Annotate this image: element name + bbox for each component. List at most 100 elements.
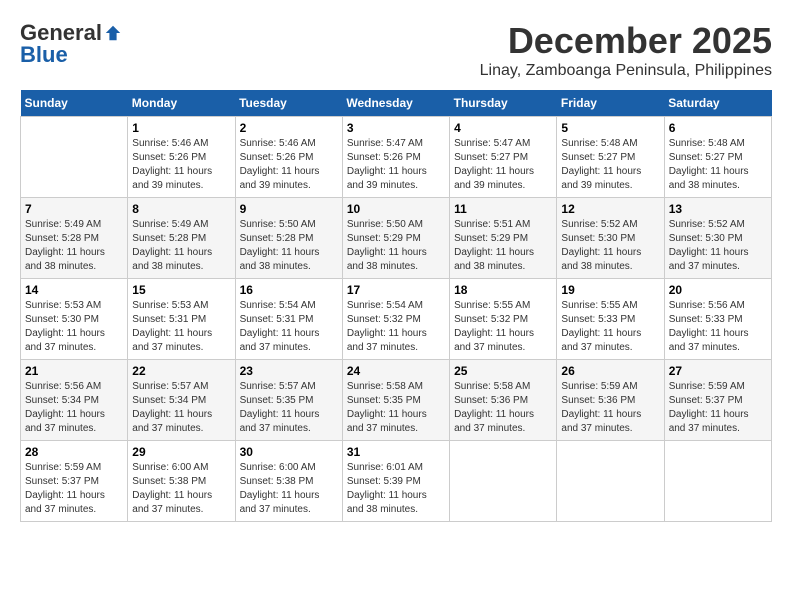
calendar-cell: 20 Sunrise: 5:56 AM Sunset: 5:33 PM Dayli… bbox=[664, 279, 771, 360]
day-number: 3 bbox=[347, 121, 445, 135]
day-info: Sunrise: 5:51 AM Sunset: 5:29 PM Dayligh… bbox=[454, 218, 552, 274]
day-info: Sunrise: 5:47 AM Sunset: 5:26 PM Dayligh… bbox=[347, 137, 445, 193]
day-number: 7 bbox=[25, 202, 123, 216]
day-number: 17 bbox=[347, 283, 445, 297]
calendar-cell: 10 Sunrise: 5:50 AM Sunset: 5:29 PM Dayli… bbox=[342, 198, 449, 279]
calendar-cell: 14 Sunrise: 5:53 AM Sunset: 5:30 PM Dayli… bbox=[21, 279, 128, 360]
header-sunday: Sunday bbox=[21, 90, 128, 117]
day-number: 13 bbox=[669, 202, 767, 216]
header-friday: Friday bbox=[557, 90, 664, 117]
day-number: 30 bbox=[240, 445, 338, 459]
calendar-cell: 12Sunrise: 5:52 AM Sunset: 5:30 PM Dayli… bbox=[557, 198, 664, 279]
day-number: 1 bbox=[132, 121, 230, 135]
calendar-cell: 3 Sunrise: 5:47 AM Sunset: 5:26 PM Daylig… bbox=[342, 117, 449, 198]
calendar-cell: 18Sunrise: 5:55 AM Sunset: 5:32 PM Dayli… bbox=[450, 279, 557, 360]
day-number: 19 bbox=[561, 283, 659, 297]
day-number: 2 bbox=[240, 121, 338, 135]
day-info: Sunrise: 5:50 AM Sunset: 5:28 PM Dayligh… bbox=[240, 218, 338, 274]
calendar-cell: 25Sunrise: 5:58 AM Sunset: 5:36 PM Dayli… bbox=[450, 360, 557, 441]
calendar-cell: 17Sunrise: 5:54 AM Sunset: 5:32 PM Dayli… bbox=[342, 279, 449, 360]
calendar-cell: 24 Sunrise: 5:58 AM Sunset: 5:35 PM Dayli… bbox=[342, 360, 449, 441]
day-number: 20 bbox=[669, 283, 767, 297]
calendar-cell: 16Sunrise: 5:54 AM Sunset: 5:31 PM Dayli… bbox=[235, 279, 342, 360]
day-info: Sunrise: 5:57 AM Sunset: 5:34 PM Dayligh… bbox=[132, 380, 230, 436]
day-info: Sunrise: 5:59 AM Sunset: 5:36 PM Dayligh… bbox=[561, 380, 659, 436]
header-row: Sunday Monday Tuesday Wednesday Thursday… bbox=[21, 90, 772, 117]
day-info: Sunrise: 6:00 AM Sunset: 5:38 PM Dayligh… bbox=[240, 461, 338, 517]
calendar-cell bbox=[664, 441, 771, 522]
calendar-cell: 29 Sunrise: 6:00 AM Sunset: 5:38 PM Dayli… bbox=[128, 441, 235, 522]
week-row-3: 21 Sunrise: 5:56 AM Sunset: 5:34 PM Dayli… bbox=[21, 360, 772, 441]
calendar-cell: 11 Sunrise: 5:51 AM Sunset: 5:29 PM Dayli… bbox=[450, 198, 557, 279]
day-info: Sunrise: 5:50 AM Sunset: 5:29 PM Dayligh… bbox=[347, 218, 445, 274]
calendar-cell: 28 Sunrise: 5:59 AM Sunset: 5:37 PM Dayli… bbox=[21, 441, 128, 522]
calendar-cell: 15 Sunrise: 5:53 AM Sunset: 5:31 PM Dayli… bbox=[128, 279, 235, 360]
day-info: Sunrise: 5:56 AM Sunset: 5:34 PM Dayligh… bbox=[25, 380, 123, 436]
calendar-cell: 31 Sunrise: 6:01 AM Sunset: 5:39 PM Dayli… bbox=[342, 441, 449, 522]
logo-icon bbox=[104, 24, 122, 42]
day-info: Sunrise: 5:57 AM Sunset: 5:35 PM Dayligh… bbox=[240, 380, 338, 436]
day-info: Sunrise: 5:49 AM Sunset: 5:28 PM Dayligh… bbox=[132, 218, 230, 274]
day-number: 4 bbox=[454, 121, 552, 135]
calendar-cell: 4 Sunrise: 5:47 AM Sunset: 5:27 PM Daylig… bbox=[450, 117, 557, 198]
header-wednesday: Wednesday bbox=[342, 90, 449, 117]
week-row-0: 1 Sunrise: 5:46 AM Sunset: 5:26 PM Daylig… bbox=[21, 117, 772, 198]
logo: General Blue bbox=[20, 20, 122, 68]
calendar-cell bbox=[557, 441, 664, 522]
day-info: Sunrise: 5:55 AM Sunset: 5:33 PM Dayligh… bbox=[561, 299, 659, 355]
calendar-cell: 7 Sunrise: 5:49 AM Sunset: 5:28 PM Daylig… bbox=[21, 198, 128, 279]
day-info: Sunrise: 5:53 AM Sunset: 5:30 PM Dayligh… bbox=[25, 299, 123, 355]
day-number: 29 bbox=[132, 445, 230, 459]
header-saturday: Saturday bbox=[664, 90, 771, 117]
calendar-cell: 6 Sunrise: 5:48 AM Sunset: 5:27 PM Daylig… bbox=[664, 117, 771, 198]
day-info: Sunrise: 5:55 AM Sunset: 5:32 PM Dayligh… bbox=[454, 299, 552, 355]
location-title: Linay, Zamboanga Peninsula, Philippines bbox=[480, 62, 772, 80]
header: General Blue December 2025 Linay, Zamboa… bbox=[20, 20, 772, 80]
week-row-1: 7 Sunrise: 5:49 AM Sunset: 5:28 PM Daylig… bbox=[21, 198, 772, 279]
day-number: 14 bbox=[25, 283, 123, 297]
day-info: Sunrise: 5:49 AM Sunset: 5:28 PM Dayligh… bbox=[25, 218, 123, 274]
day-info: Sunrise: 5:47 AM Sunset: 5:27 PM Dayligh… bbox=[454, 137, 552, 193]
day-number: 5 bbox=[561, 121, 659, 135]
month-year-title: December 2025 bbox=[480, 20, 772, 62]
day-info: Sunrise: 5:58 AM Sunset: 5:35 PM Dayligh… bbox=[347, 380, 445, 436]
calendar-cell: 21 Sunrise: 5:56 AM Sunset: 5:34 PM Dayli… bbox=[21, 360, 128, 441]
day-number: 24 bbox=[347, 364, 445, 378]
day-number: 25 bbox=[454, 364, 552, 378]
week-row-4: 28 Sunrise: 5:59 AM Sunset: 5:37 PM Dayli… bbox=[21, 441, 772, 522]
day-info: Sunrise: 5:46 AM Sunset: 5:26 PM Dayligh… bbox=[240, 137, 338, 193]
day-number: 11 bbox=[454, 202, 552, 216]
day-info: Sunrise: 5:54 AM Sunset: 5:31 PM Dayligh… bbox=[240, 299, 338, 355]
calendar-cell: 30 Sunrise: 6:00 AM Sunset: 5:38 PM Dayli… bbox=[235, 441, 342, 522]
day-info: Sunrise: 5:56 AM Sunset: 5:33 PM Dayligh… bbox=[669, 299, 767, 355]
day-number: 27 bbox=[669, 364, 767, 378]
calendar-cell bbox=[21, 117, 128, 198]
calendar-cell bbox=[450, 441, 557, 522]
calendar-cell: 26Sunrise: 5:59 AM Sunset: 5:36 PM Dayli… bbox=[557, 360, 664, 441]
logo-blue-text: Blue bbox=[20, 42, 68, 68]
day-info: Sunrise: 5:53 AM Sunset: 5:31 PM Dayligh… bbox=[132, 299, 230, 355]
day-info: Sunrise: 5:59 AM Sunset: 5:37 PM Dayligh… bbox=[25, 461, 123, 517]
header-tuesday: Tuesday bbox=[235, 90, 342, 117]
day-number: 15 bbox=[132, 283, 230, 297]
day-number: 10 bbox=[347, 202, 445, 216]
day-number: 31 bbox=[347, 445, 445, 459]
day-info: Sunrise: 5:48 AM Sunset: 5:27 PM Dayligh… bbox=[669, 137, 767, 193]
day-number: 28 bbox=[25, 445, 123, 459]
day-number: 23 bbox=[240, 364, 338, 378]
day-info: Sunrise: 5:52 AM Sunset: 5:30 PM Dayligh… bbox=[669, 218, 767, 274]
calendar-cell: 27Sunrise: 5:59 AM Sunset: 5:37 PM Dayli… bbox=[664, 360, 771, 441]
title-area: December 2025 Linay, Zamboanga Peninsula… bbox=[480, 20, 772, 80]
day-number: 6 bbox=[669, 121, 767, 135]
calendar-cell: 8 Sunrise: 5:49 AM Sunset: 5:28 PM Daylig… bbox=[128, 198, 235, 279]
calendar-cell: 22Sunrise: 5:57 AM Sunset: 5:34 PM Dayli… bbox=[128, 360, 235, 441]
day-number: 8 bbox=[132, 202, 230, 216]
calendar-cell: 19 Sunrise: 5:55 AM Sunset: 5:33 PM Dayli… bbox=[557, 279, 664, 360]
day-info: Sunrise: 6:00 AM Sunset: 5:38 PM Dayligh… bbox=[132, 461, 230, 517]
day-info: Sunrise: 5:48 AM Sunset: 5:27 PM Dayligh… bbox=[561, 137, 659, 193]
header-thursday: Thursday bbox=[450, 90, 557, 117]
header-monday: Monday bbox=[128, 90, 235, 117]
day-number: 12 bbox=[561, 202, 659, 216]
day-number: 21 bbox=[25, 364, 123, 378]
day-info: Sunrise: 6:01 AM Sunset: 5:39 PM Dayligh… bbox=[347, 461, 445, 517]
